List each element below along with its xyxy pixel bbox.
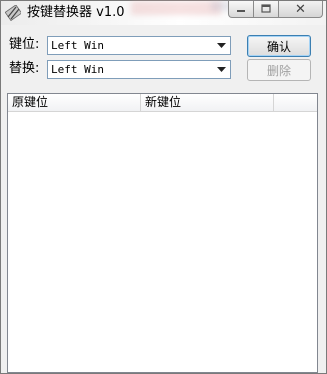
title-bar-blur <box>131 1 221 15</box>
minimize-icon <box>236 3 246 16</box>
confirm-button[interactable]: 确认 <box>247 35 311 57</box>
maximize-button[interactable] <box>254 1 279 18</box>
replace-select-value: Left Win <box>51 63 104 76</box>
list-header: 原键位 新键位 <box>8 94 317 112</box>
replace-select[interactable]: Left Win <box>47 60 231 79</box>
replace-label: 替换: <box>9 61 40 76</box>
close-button[interactable]: ✕ <box>279 1 323 18</box>
key-select[interactable]: Left Win <box>47 36 231 55</box>
window-title: 按键替换器 v1.0 <box>27 5 125 20</box>
minimize-button[interactable] <box>228 1 254 18</box>
column-header-original-key[interactable]: 原键位 <box>8 94 141 111</box>
key-select-value: Left Win <box>51 39 104 52</box>
title-bar[interactable]: 按键替换器 v1.0 ✕ <box>1 1 326 25</box>
column-header-new-key[interactable]: 新键位 <box>141 94 274 111</box>
chevron-down-icon[interactable] <box>214 62 229 77</box>
app-window: 按键替换器 v1.0 ✕ 键位: Left Win 确认 替换: Left Wi… <box>0 0 327 374</box>
maximize-icon <box>261 3 271 16</box>
pencil-icon <box>4 4 23 22</box>
mapping-list[interactable]: 原键位 新键位 <box>7 93 318 373</box>
key-label: 键位: <box>9 37 40 52</box>
chevron-down-icon[interactable] <box>214 38 229 53</box>
column-header-filler <box>274 94 317 111</box>
delete-button[interactable]: 删除 <box>247 59 311 81</box>
caption-buttons: ✕ <box>228 1 323 19</box>
close-icon: ✕ <box>295 1 306 17</box>
